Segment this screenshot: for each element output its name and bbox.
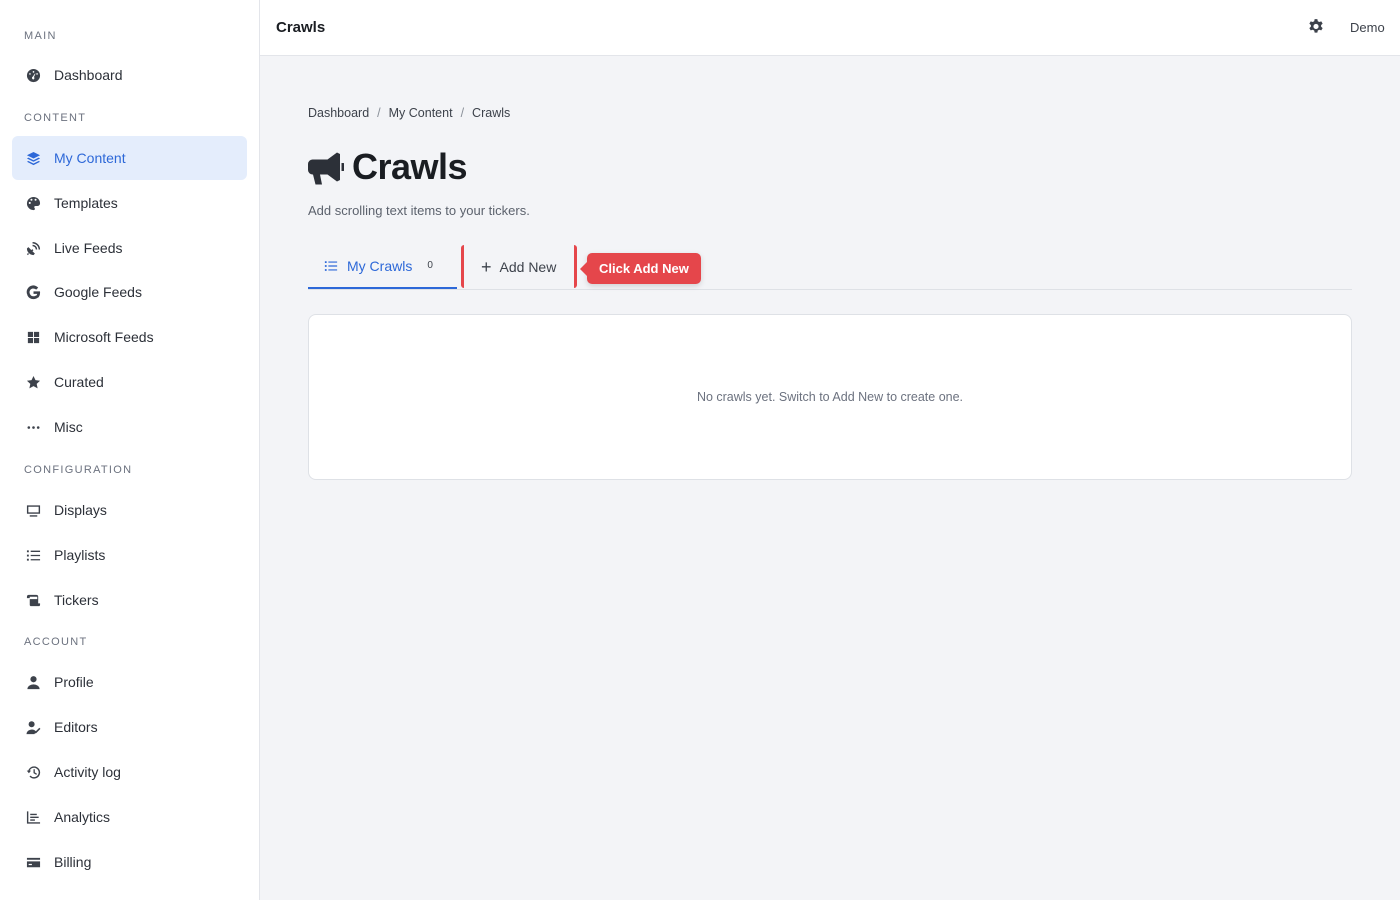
sidebar-item-label: Curated (54, 374, 104, 390)
breadcrumb-my-content[interactable]: My Content (389, 106, 453, 120)
page-title: Crawls (352, 146, 468, 187)
gauge-icon (25, 67, 41, 83)
layers-icon (25, 150, 41, 166)
monitor-icon (25, 502, 41, 518)
breadcrumb: Dashboard / My Content / Crawls (308, 106, 510, 120)
scroll-icon (25, 592, 41, 608)
tab-my-crawls-label: My Crawls (347, 257, 413, 274)
user-pen-icon (25, 719, 41, 735)
plus-icon: + (481, 256, 492, 277)
tutorial-callout: Click Add New (580, 253, 701, 284)
breadcrumb-dashboard[interactable]: Dashboard (308, 106, 369, 120)
sidebar-item-label: My Content (54, 150, 126, 166)
user-icon (25, 674, 41, 690)
section-title-configuration: CONFIGURATION (24, 464, 133, 476)
sidebar-item-my-content[interactable]: My Content (12, 136, 247, 180)
sidebar-item-label: Profile (54, 674, 94, 690)
credit-card-icon (25, 854, 41, 870)
sidebar-item-profile[interactable]: Profile (12, 660, 247, 704)
sidebar-item-live-feeds[interactable]: Live Feeds (12, 226, 247, 270)
sidebar-item-label: Displays (54, 502, 107, 518)
gear-icon[interactable] (1307, 18, 1325, 36)
section-title-account: ACCOUNT (24, 636, 88, 648)
sidebar-item-tickers[interactable]: Tickers (12, 578, 247, 622)
sidebar-item-label: Templates (54, 195, 118, 211)
list-icon (324, 260, 338, 271)
sidebar-item-label: Playlists (54, 547, 106, 563)
topbar: Crawls Demo (260, 0, 1400, 56)
section-title-content: CONTENT (24, 112, 87, 124)
google-icon (25, 284, 41, 300)
breadcrumb-separator: / (377, 106, 381, 120)
megaphone-icon (308, 149, 347, 185)
page-header: Crawls (308, 146, 468, 188)
ellipsis-icon (25, 419, 41, 435)
breadcrumb-current: Crawls (472, 106, 511, 120)
tab-my-crawls[interactable]: My Crawls 0 (308, 244, 457, 289)
sidebar-item-displays[interactable]: Displays (12, 488, 247, 532)
sidebar-item-label: Misc (54, 419, 83, 435)
sidebar-item-misc[interactable]: Misc (12, 405, 247, 449)
sidebar-item-label: Google Feeds (54, 284, 142, 300)
sidebar-item-label: Dashboard (54, 67, 123, 83)
sidebar-item-playlists[interactable]: Playlists (12, 533, 247, 577)
sidebar: MAIN Dashboard CONTENT My Content Templa… (0, 0, 260, 900)
sidebar-item-activity-log[interactable]: Activity log (12, 750, 247, 794)
page-subtitle: Add scrolling text items to your tickers… (308, 203, 530, 218)
empty-state-message: No crawls yet. Switch to Add New to crea… (696, 390, 964, 404)
sidebar-item-templates[interactable]: Templates (12, 181, 247, 225)
palette-icon (25, 195, 41, 211)
user-menu[interactable]: Demo (1350, 20, 1385, 35)
sidebar-item-label: Live Feeds (54, 240, 123, 256)
sidebar-item-analytics[interactable]: Analytics (12, 795, 247, 839)
sidebar-item-curated[interactable]: Curated (12, 360, 247, 404)
tab-add-new[interactable]: + Add New (461, 245, 577, 288)
star-icon (25, 374, 41, 390)
sidebar-item-label: Editors (54, 719, 98, 735)
chart-icon (25, 809, 41, 825)
breadcrumb-separator: / (460, 106, 465, 120)
count-badge: 0 (427, 260, 433, 271)
section-title-main: MAIN (24, 30, 57, 42)
sidebar-item-label: Microsoft Feeds (54, 329, 154, 345)
topbar-title: Crawls (276, 19, 326, 36)
sidebar-item-dashboard[interactable]: Dashboard (12, 53, 247, 97)
sidebar-item-label: Billing (54, 854, 92, 870)
sidebar-item-google-feeds[interactable]: Google Feeds (12, 270, 247, 314)
empty-state-card: No crawls yet. Switch to Add New to crea… (308, 314, 1352, 480)
windows-icon (25, 329, 41, 345)
list-icon (25, 547, 41, 563)
sidebar-item-label: Analytics (54, 809, 111, 825)
sidebar-item-microsoft-feeds[interactable]: Microsoft Feeds (12, 315, 247, 359)
history-icon (25, 764, 41, 780)
tab-add-new-label: Add New (499, 258, 557, 275)
satellite-dish-icon (25, 240, 41, 256)
sidebar-item-label: Tickers (54, 592, 99, 608)
tabs-divider (308, 289, 1352, 290)
sidebar-item-label: Activity log (54, 764, 121, 780)
sidebar-item-billing[interactable]: Billing (12, 840, 247, 884)
sidebar-item-editors[interactable]: Editors (12, 705, 247, 749)
